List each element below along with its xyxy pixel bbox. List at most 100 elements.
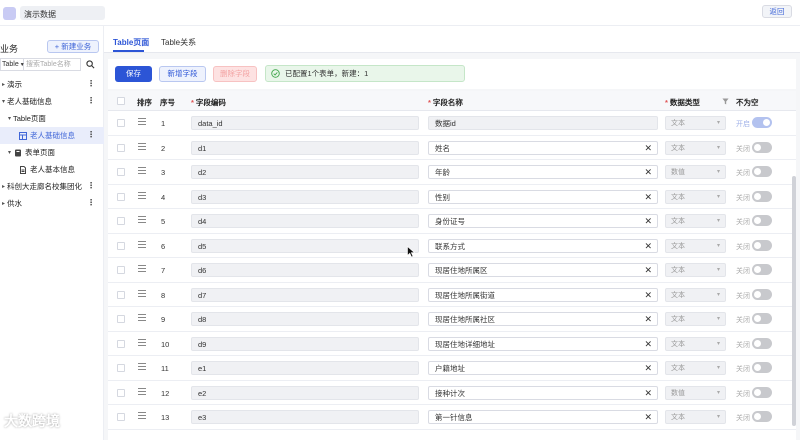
caret-down-icon[interactable]: ▾: [0, 98, 7, 105]
field-code-input[interactable]: e2: [191, 385, 419, 400]
delete-field-button[interactable]: 删除字段: [213, 66, 257, 82]
field-name-input[interactable]: 性别 ✕: [428, 189, 658, 204]
drag-handle-icon[interactable]: [138, 142, 146, 151]
search-icon[interactable]: [84, 58, 96, 71]
drag-handle-icon[interactable]: [138, 338, 146, 347]
required-toggle[interactable]: [752, 166, 772, 177]
search-type-select[interactable]: Table▼: [0, 58, 25, 71]
caret-right-icon[interactable]: ▸: [0, 183, 7, 190]
row-checkbox[interactable]: [117, 339, 125, 348]
new-business-button[interactable]: + 新建业务: [47, 40, 99, 53]
field-code-input[interactable]: d2: [191, 165, 419, 179]
tree-node[interactable]: ▾ 表单页面: [0, 144, 104, 161]
required-toggle[interactable]: [752, 239, 772, 251]
caret-down-icon[interactable]: ▾: [6, 115, 13, 122]
tree-node[interactable]: ▾ 老人基础信息 ⋮: [0, 93, 104, 110]
data-type-select[interactable]: 文本 ▾: [665, 140, 726, 155]
field-name-input[interactable]: 姓名 ✕: [428, 140, 658, 155]
field-name-input[interactable]: 现居住地所属社区 ✕: [428, 312, 658, 326]
clear-icon[interactable]: ✕: [644, 388, 652, 398]
field-name-input[interactable]: 第一针信息 ✕: [428, 410, 658, 424]
data-type-select[interactable]: 文本 ▾: [665, 214, 726, 228]
data-type-select[interactable]: 文本 ▾: [665, 263, 726, 277]
field-code-input[interactable]: e3: [191, 410, 419, 424]
save-button[interactable]: 保存: [115, 66, 152, 82]
data-type-select[interactable]: 文本 ▾: [665, 361, 726, 375]
clear-icon[interactable]: ✕: [644, 290, 652, 300]
field-name-input[interactable]: 年龄 ✕: [428, 165, 658, 179]
field-name-input[interactable]: 现居住地所属街道 ✕: [428, 287, 658, 302]
required-toggle[interactable]: [752, 215, 772, 226]
row-checkbox[interactable]: [117, 241, 125, 250]
field-name-input[interactable]: 户籍地址 ✕: [428, 361, 658, 375]
drag-handle-icon[interactable]: [138, 387, 146, 396]
field-code-input[interactable]: d4: [191, 214, 419, 228]
tab-table-page[interactable]: Table页面: [113, 37, 149, 48]
tree-node[interactable]: ▸ 供水 ⋮: [0, 195, 104, 212]
data-type-select[interactable]: 文本 ▾: [665, 312, 726, 326]
back-button[interactable]: 返回: [762, 5, 792, 18]
required-toggle[interactable]: [752, 141, 772, 153]
required-toggle[interactable]: [752, 264, 772, 275]
add-field-button[interactable]: 新增字段: [159, 66, 206, 82]
field-name-input[interactable]: 接种计次 ✕: [428, 385, 658, 400]
clear-icon[interactable]: ✕: [644, 265, 652, 275]
field-name-input[interactable]: 现居住地所属区 ✕: [428, 263, 658, 277]
required-toggle[interactable]: [752, 337, 772, 349]
data-type-select[interactable]: 文本 ▾: [665, 238, 726, 253]
clear-icon[interactable]: ✕: [644, 412, 652, 422]
field-code-input[interactable]: d6: [191, 263, 419, 277]
filter-icon[interactable]: [722, 98, 729, 105]
table-scrollbar[interactable]: [792, 176, 796, 426]
drag-handle-icon[interactable]: [138, 265, 146, 273]
data-type-select[interactable]: 文本 ▾: [665, 410, 726, 424]
data-type-select[interactable]: 文本 ▾: [665, 116, 726, 130]
clear-icon[interactable]: ✕: [644, 192, 652, 202]
field-name-input[interactable]: 数据id: [428, 116, 658, 130]
tree-node[interactable]: 老人基础信息 ⋮: [0, 127, 104, 144]
field-code-input[interactable]: d5: [191, 238, 419, 253]
tab-table-relation[interactable]: Table关系: [161, 37, 196, 48]
drag-handle-icon[interactable]: [138, 363, 146, 371]
field-code-input[interactable]: e1: [191, 361, 419, 375]
field-code-input[interactable]: d1: [191, 140, 419, 155]
row-checkbox[interactable]: [117, 143, 125, 152]
clear-icon[interactable]: ✕: [644, 339, 652, 349]
tree-node[interactable]: ▾ Table页面: [0, 110, 104, 127]
field-name-input[interactable]: 联系方式 ✕: [428, 238, 658, 253]
drag-handle-icon[interactable]: [138, 118, 146, 126]
more-options-icon[interactable]: ⋮: [87, 96, 95, 106]
row-checkbox[interactable]: [117, 217, 125, 225]
caret-down-icon[interactable]: ▾: [6, 149, 13, 156]
required-toggle[interactable]: [752, 117, 772, 128]
required-toggle[interactable]: [752, 288, 772, 300]
field-name-input[interactable]: 现居住地详细地址 ✕: [428, 336, 658, 351]
row-checkbox[interactable]: [117, 413, 125, 421]
tree-node[interactable]: ▸ 演示 ⋮: [0, 76, 104, 93]
caret-right-icon[interactable]: ▸: [0, 200, 7, 207]
row-checkbox[interactable]: [117, 364, 125, 372]
row-checkbox[interactable]: [117, 388, 125, 397]
row-checkbox[interactable]: [117, 192, 125, 201]
drag-handle-icon[interactable]: [138, 412, 146, 420]
data-type-select[interactable]: 文本 ▾: [665, 336, 726, 351]
clear-icon[interactable]: ✕: [644, 314, 652, 324]
clear-icon[interactable]: ✕: [644, 241, 652, 251]
more-options-icon[interactable]: ⋮: [87, 198, 95, 208]
data-type-select[interactable]: 文本 ▾: [665, 287, 726, 302]
required-toggle[interactable]: [752, 386, 772, 398]
drag-handle-icon[interactable]: [138, 191, 146, 200]
drag-handle-icon[interactable]: [138, 167, 146, 175]
row-checkbox[interactable]: [117, 315, 125, 323]
tree-node[interactable]: 老人基本信息: [0, 161, 104, 178]
caret-right-icon[interactable]: ▸: [0, 81, 7, 88]
row-checkbox[interactable]: [117, 168, 125, 176]
search-input[interactable]: 搜索Table名称: [24, 58, 81, 71]
field-code-input[interactable]: d8: [191, 312, 419, 326]
required-toggle[interactable]: [752, 313, 772, 324]
data-type-select[interactable]: 数值 ▾: [665, 385, 726, 400]
required-toggle[interactable]: [752, 362, 772, 373]
drag-handle-icon[interactable]: [138, 216, 146, 224]
field-code-input[interactable]: d7: [191, 287, 419, 302]
required-toggle[interactable]: [752, 190, 772, 202]
